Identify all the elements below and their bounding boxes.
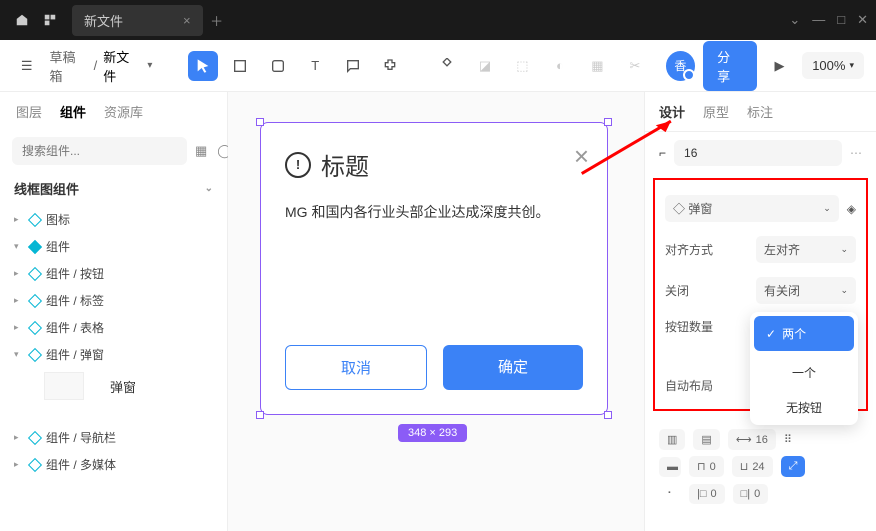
maximize-icon[interactable]: □ [837,12,845,28]
layout-icon[interactable]: ▤ [693,429,719,450]
tree-item[interactable]: ▾组件 [8,233,219,260]
plugin-tool[interactable] [375,51,404,81]
dropdown-menu: ✓ 两个 一个 无按钮 [750,312,858,425]
tab-assets[interactable]: 资源库 [104,102,143,121]
share-button[interactable]: 分享 [703,41,757,91]
tree-item[interactable]: ▸组件 / 按钮 [8,260,219,287]
file-tab[interactable]: 新文件× [72,5,203,36]
ok-button[interactable]: 确定 [443,345,583,390]
text-tool[interactable]: T [300,51,329,81]
spacing-input[interactable]: ⟷ 16 [728,429,776,450]
close-tab-icon[interactable]: × [183,13,191,28]
dialog-body: MG 和国内各行业头部企业达成深度共创。 [285,202,583,222]
left-panel: 图层 组件 资源库 ▦◯ 线框图组件⌄ ▸图标 ▾组件 ▸组件 / 按钮 ▸组件… [0,92,228,531]
layout-icon[interactable]: ▥ [659,429,685,450]
image-tool[interactable]: ▦ [583,51,612,81]
tab-layers[interactable]: 图层 [16,102,42,121]
dialog-component[interactable]: ! 标题 × MG 和国内各行业头部企业达成深度共创。 取消 确定 [260,122,608,415]
play-icon[interactable]: ▶ [765,51,794,81]
new-tab-icon[interactable]: ＋ [203,6,231,34]
frame-tool[interactable] [226,51,255,81]
zoom-select[interactable]: 100%▾ [802,52,864,79]
tree-item[interactable]: ▸组件 / 表格 [8,314,219,341]
align-icon[interactable]: ⠂ [659,483,681,504]
boolean-tool[interactable]: ◐ [545,51,574,81]
titlebar: 新文件× ＋ ⌄ — □ ✕ [0,0,876,40]
tab-components[interactable]: 组件 [60,102,86,121]
component-tool[interactable] [433,51,462,81]
tab-prototype[interactable]: 原型 [703,102,729,121]
pad-input[interactable]: □| 0 [733,484,769,504]
crop-tool[interactable]: ✂ [620,51,649,81]
menu-icon[interactable]: ☰ [12,51,41,81]
avatar[interactable]: 香 [666,51,695,81]
align-select[interactable]: 左对齐⌄ [756,236,856,263]
expand-icon[interactable]: ⤢ [781,456,806,477]
right-panel: 设计 原型 标注 ⌐16⋯ ◇ 弹窗⌄◈ 对齐方式左对齐⌄ 关闭有关闭⌄ 按钮数… [644,92,876,531]
close-select[interactable]: 有关闭⌄ [756,277,856,304]
search-input[interactable] [12,137,187,165]
tree-item[interactable]: ▸组件 / 标签 [8,287,219,314]
grid-icon[interactable]: ▦ [195,143,207,159]
component-thumb[interactable] [44,372,84,400]
breadcrumb: 草稿箱/ 新文件 ▾ [49,47,152,85]
component-select[interactable]: ◇ 弹窗⌄ [665,195,839,222]
comment-tool[interactable] [338,51,367,81]
close-window-icon[interactable]: ✕ [857,12,868,28]
pad-input[interactable]: ⊓ 0 [689,456,724,477]
tree-item[interactable]: ▸组件 / 导航栏 [8,424,219,451]
dimension-badge: 348 × 293 [398,424,467,442]
mask-tool[interactable]: ◪ [470,51,499,81]
dropdown-item[interactable]: 一个 [750,355,858,390]
home-icon[interactable] [8,6,36,34]
minimize-icon[interactable]: — [812,12,825,28]
info-icon: ! [285,152,311,178]
tree-item[interactable]: ▸图标 [8,206,219,233]
files-icon[interactable] [36,6,64,34]
tree-item[interactable]: ▸组件 / 多媒体 [8,451,219,478]
select-tool[interactable] [188,51,217,81]
rect-tool[interactable] [263,51,292,81]
chevron-down-icon[interactable]: ▾ [147,60,152,71]
dropdown-item[interactable]: 无按钮 [750,390,858,425]
canvas[interactable]: ! 标题 × MG 和国内各行业头部企业达成深度共创。 取消 确定 348 × … [228,92,644,531]
section-header[interactable]: 线框图组件⌄ [0,171,227,206]
chevron-down-icon[interactable]: ⌄ [789,12,800,28]
toolbar: ☰ 草稿箱/ 新文件 ▾ T ◪ ⬚ ◐ ▦ ✂ 香 分享 ▶ 100%▾ [0,40,876,92]
dialog-title: 标题 [321,147,369,182]
pad-input[interactable]: |□ 0 [689,484,725,504]
align-icon[interactable]: ▬ [659,457,681,477]
more-icon[interactable]: ⋯ [850,146,862,160]
dropdown-item[interactable]: ✓ 两个 [754,316,854,351]
variant-icon[interactable]: ◈ [847,202,856,216]
pad-input[interactable]: ⊔ 24 [732,456,773,477]
tab-inspect[interactable]: 标注 [747,102,773,121]
more-icon[interactable]: ⠿ [784,433,792,446]
union-tool[interactable]: ⬚ [508,51,537,81]
left-tabs: 图层 组件 资源库 [0,92,227,131]
radius-input[interactable]: 16 [674,140,842,166]
cancel-button[interactable]: 取消 [285,345,427,390]
tree-item[interactable]: ▾组件 / 弹窗 [8,341,219,368]
